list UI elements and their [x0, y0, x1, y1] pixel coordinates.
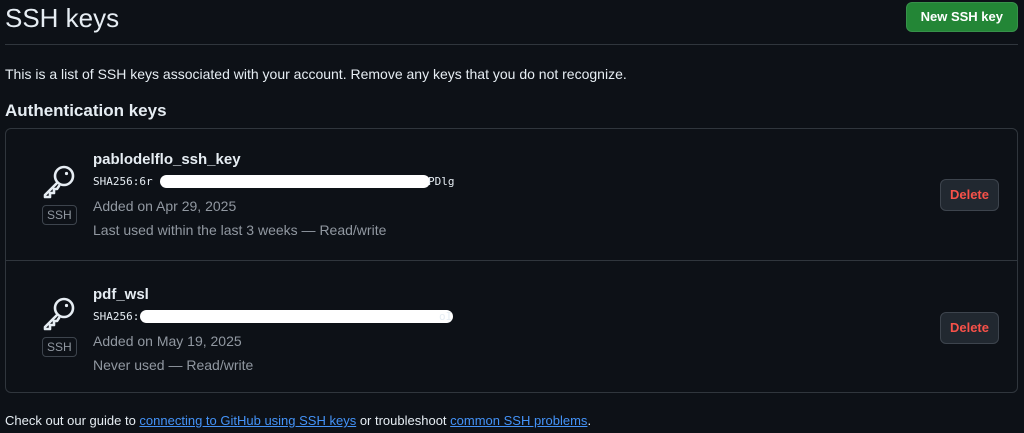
key-icon [41, 295, 77, 331]
delete-key-button[interactable]: Delete [939, 179, 999, 211]
page-title: SSH keys [5, 3, 120, 33]
key-fingerprint: SHA256: oI [93, 309, 453, 325]
footer-help-text: Check out our guide to connecting to Git… [5, 413, 591, 428]
key-added-date: Added on May 19, 2025 [93, 333, 242, 349]
key-name: pablodelflo_ssh_key [93, 151, 241, 168]
fingerprint-redaction [160, 175, 430, 188]
footer-text-after: . [587, 413, 592, 428]
key-last-used: Never used — Read/write [93, 357, 254, 373]
fingerprint-suffix: oI [439, 310, 453, 323]
footer-text-before: Check out our guide to [5, 413, 140, 428]
key-details: pablodelflo_ssh_key SHA256:6r PDlg Added… [93, 151, 455, 240]
key-fingerprint: SHA256:6r PDlg [93, 174, 455, 190]
footer-text-middle: or troubleshoot [356, 413, 451, 428]
key-name: pdf_wsl [93, 286, 149, 303]
page-header: SSH keys New SSH key [5, 0, 1018, 45]
ssh-keys-page: SSH keys New SSH key This is a list of S… [0, 0, 1024, 433]
ssh-type-badge: SSH [42, 337, 77, 357]
ssh-key-item: SSH pdf_wsl SHA256: oI Added on May 19, … [6, 261, 1017, 392]
key-type-column: SSH [41, 163, 77, 225]
fingerprint-prefix: SHA256:6r [93, 175, 153, 188]
key-added-date: Added on Apr 29, 2025 [93, 198, 237, 214]
ssh-key-item: SSH pablodelflo_ssh_key SHA256:6r PDlg A… [6, 129, 1017, 261]
key-type-column: SSH [41, 295, 77, 357]
new-ssh-key-button[interactable]: New SSH key [905, 2, 1018, 32]
page-description: This is a list of SSH keys associated wi… [5, 66, 627, 82]
ssh-type-badge: SSH [42, 205, 77, 225]
delete-key-button[interactable]: Delete [939, 312, 999, 344]
fingerprint-prefix: SHA256: [93, 310, 140, 323]
ssh-guide-link[interactable]: connecting to GitHub using SSH keys [139, 413, 356, 428]
section-title: Authentication keys [5, 101, 167, 120]
key-last-used: Last used within the last 3 weeks — Read… [93, 222, 387, 238]
key-details: pdf_wsl SHA256: oI Added on May 19, 2025… [93, 286, 453, 375]
key-icon [41, 163, 77, 199]
troubleshoot-link[interactable]: common SSH problems [450, 413, 587, 428]
fingerprint-suffix: PDlg [428, 175, 455, 188]
ssh-key-list: SSH pablodelflo_ssh_key SHA256:6r PDlg A… [5, 128, 1018, 393]
fingerprint-redaction [140, 310, 453, 323]
